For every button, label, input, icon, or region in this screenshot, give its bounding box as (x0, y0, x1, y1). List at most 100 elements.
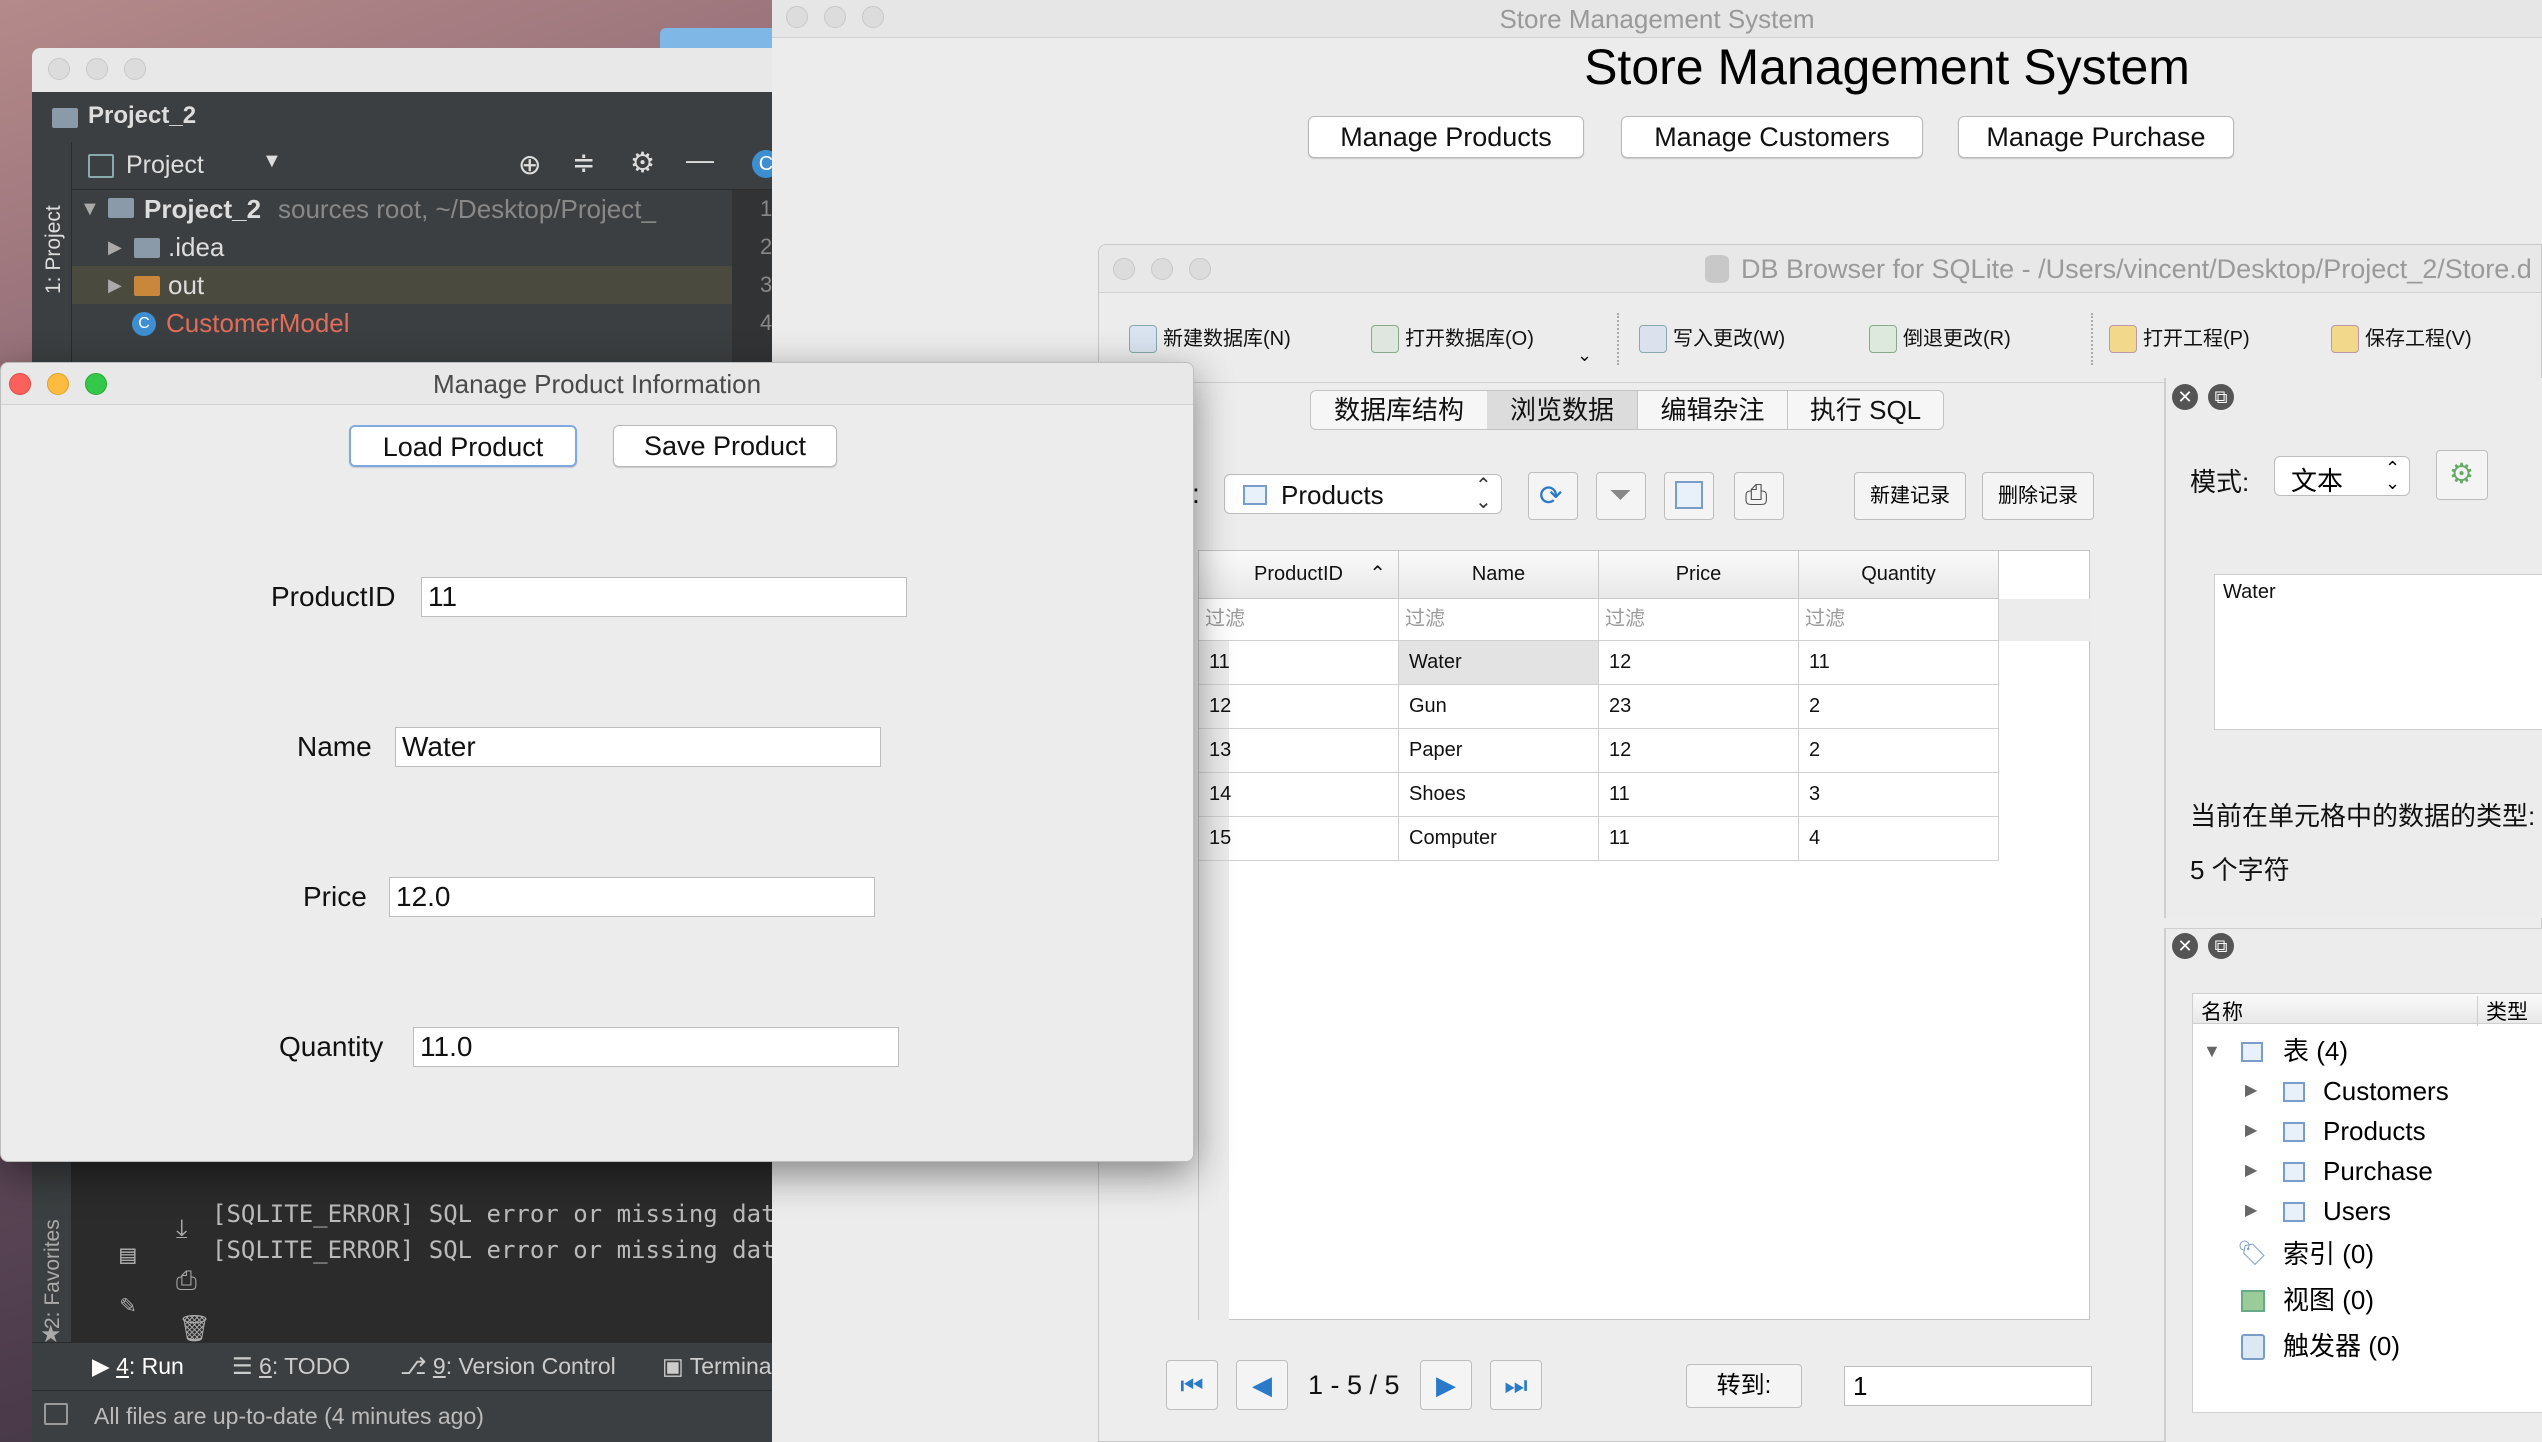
table-cell[interactable]: 13 (1199, 729, 1399, 773)
tree-item-products[interactable]: ▶ Products (2193, 1112, 2542, 1150)
save-product-button[interactable]: Save Product (613, 425, 837, 467)
table-row[interactable]: 15 Computer 11 4 (1199, 817, 1999, 861)
delete-record-button[interactable]: 删除记录 (1982, 472, 2094, 520)
tree-item-idea[interactable]: ▶ .idea (72, 228, 732, 266)
ide-minimize-button[interactable] (86, 58, 108, 80)
new-record-button[interactable]: 新建记录 (1854, 472, 1966, 520)
chevron-down-icon[interactable]: ▼ (262, 150, 282, 173)
tree-item-indexes[interactable]: 🏷 索引 (0) (2193, 1234, 2542, 1274)
price-field[interactable]: 12.0 (389, 877, 875, 917)
table-row[interactable]: 11 Water 12 11 (1199, 641, 1999, 685)
tree-item-out[interactable]: ▶ out (72, 266, 732, 304)
status-toggle-icon[interactable] (44, 1403, 68, 1425)
store-close-button[interactable] (786, 6, 808, 28)
store-minimize-button[interactable] (824, 6, 846, 28)
table-select[interactable]: Products ⌃ ⌄ (1224, 474, 1502, 514)
mode-select[interactable]: 文本 ⌃ ⌄ (2274, 456, 2410, 496)
expand-arrow-icon[interactable]: ▼ (80, 190, 100, 228)
tree-item-customermodel[interactable]: C CustomerModel (72, 304, 732, 342)
project-view-selector[interactable]: Project (126, 151, 204, 180)
db-zoom-button[interactable] (1189, 258, 1211, 280)
refresh-button[interactable]: ⟳ (1528, 472, 1578, 520)
first-page-button[interactable]: ⏮ (1166, 1360, 1218, 1410)
clear-filter-button[interactable]: ⏷ (1596, 472, 1646, 520)
hide-icon[interactable]: — (686, 144, 714, 176)
last-page-button[interactable]: ⏭ (1490, 1360, 1542, 1410)
table-row[interactable]: 13 Paper 12 2 (1199, 729, 1999, 773)
table-cell[interactable]: 12 (1199, 685, 1399, 729)
layout-icon[interactable]: ▤ (120, 1240, 136, 1270)
table-cell[interactable]: 2 (1799, 685, 1999, 729)
cell-editor[interactable]: Water (2214, 574, 2542, 730)
open-project-button[interactable]: 打开工程(P) (2109, 319, 2250, 359)
table-row[interactable]: 14 Shoes 11 3 (1199, 773, 1999, 817)
table-cell[interactable]: 11 (1599, 773, 1799, 817)
expand-arrow-icon[interactable]: ▼ (2203, 1032, 2221, 1070)
side-tab-favorites[interactable]: 2: Favorites (41, 1199, 65, 1329)
tab-database-structure[interactable]: 数据库结构 (1311, 391, 1487, 429)
column-header-type[interactable]: 类型 (2477, 996, 2528, 1026)
manage-customers-button[interactable]: Manage Customers (1621, 116, 1923, 158)
expand-arrow-icon[interactable]: ▶ (2245, 1112, 2257, 1150)
tab-browse-data[interactable]: 浏览数据 (1487, 391, 1637, 429)
close-icon[interactable]: ✕ (2172, 933, 2198, 959)
close-icon[interactable]: ✕ (2172, 384, 2198, 410)
name-field[interactable]: Water (395, 727, 881, 767)
mode-settings-button[interactable]: ⚙ (2436, 450, 2488, 500)
project-breadcrumb[interactable]: Project_2 (88, 102, 196, 130)
table-cell[interactable]: 12 (1599, 641, 1799, 685)
tab-edit-pragmas[interactable]: 编辑杂注 (1637, 391, 1787, 429)
pin-icon[interactable]: ✎ (120, 1290, 136, 1320)
table-cell[interactable]: 4 (1799, 817, 1999, 861)
manage-products-button[interactable]: Manage Products (1308, 116, 1584, 158)
filter-input[interactable]: 过滤 (1599, 599, 1799, 641)
table-cell[interactable]: Computer (1399, 817, 1599, 861)
load-product-button[interactable]: Load Product (349, 425, 577, 467)
dialog-zoom-button[interactable] (85, 373, 107, 395)
table-cell[interactable]: Gun (1399, 685, 1599, 729)
tree-item-triggers[interactable]: 触发器 (0) (2193, 1326, 2542, 1366)
table-cell[interactable]: 11 (1799, 641, 1999, 685)
tab-run[interactable]: ▶ 4: Run (92, 1353, 184, 1380)
table-row[interactable]: 12 Gun 23 2 (1199, 685, 1999, 729)
scroll-end-icon[interactable]: ⤓ (176, 1214, 188, 1245)
ide-close-button[interactable] (48, 58, 70, 80)
goto-input[interactable]: 1 (1844, 1366, 2092, 1406)
table-cell[interactable]: 11 (1599, 817, 1799, 861)
table-cell[interactable]: Paper (1399, 729, 1599, 773)
tab-todo[interactable]: ☰ 6: TODO (232, 1353, 350, 1380)
expand-arrow-icon[interactable]: ▶ (108, 228, 122, 266)
table-cell[interactable]: 3 (1799, 773, 1999, 817)
write-changes-button[interactable]: 写入更改(W) (1639, 319, 1785, 359)
productid-field[interactable]: 11 (421, 577, 907, 617)
print-button[interactable]: ⎙ (1734, 472, 1784, 520)
filter-input[interactable]: 过滤 (1199, 599, 1399, 641)
column-header-price[interactable]: Price (1599, 551, 1799, 599)
tab-execute-sql[interactable]: 执行 SQL (1787, 391, 1943, 429)
tree-root[interactable]: ▼ Project_2 sources root, ~/Desktop/Proj… (72, 190, 732, 228)
locate-icon[interactable]: ⊕ (518, 148, 541, 181)
store-zoom-button[interactable] (862, 6, 884, 28)
tree-item-tables[interactable]: ▼ 表 (4) (2193, 1032, 2542, 1070)
new-database-button[interactable]: 新建数据库(N) (1129, 319, 1291, 359)
collapse-icon[interactable]: ≑ (572, 146, 595, 179)
column-header-productid[interactable]: ProductID ⌃ (1199, 551, 1399, 599)
save-project-button[interactable]: 保存工程(V) (2331, 319, 2472, 359)
db-close-button[interactable] (1113, 258, 1135, 280)
open-database-button[interactable]: 打开数据库(O) (1371, 319, 1534, 359)
tab-terminal[interactable]: ▣ Terminal (662, 1353, 777, 1380)
tree-item-views[interactable]: 视图 (0) (2193, 1280, 2542, 1320)
side-tab-project[interactable]: 1: Project (42, 174, 66, 294)
float-icon[interactable]: ⧉ (2208, 933, 2234, 959)
chevron-down-icon[interactable]: ⌄ (1577, 345, 1592, 366)
previous-page-button[interactable]: ◀ (1236, 1360, 1288, 1410)
gear-icon[interactable]: ⚙ (630, 146, 655, 179)
dialog-close-button[interactable] (9, 373, 31, 395)
column-header-quantity[interactable]: Quantity (1799, 551, 1999, 599)
table-cell[interactable]: 11 (1199, 641, 1399, 685)
dialog-minimize-button[interactable] (47, 373, 69, 395)
table-cell[interactable]: 2 (1799, 729, 1999, 773)
table-cell[interactable]: 15 (1199, 817, 1399, 861)
trash-icon[interactable]: 🗑 (178, 1314, 211, 1344)
print-icon[interactable]: ⎙ (176, 1266, 197, 1297)
